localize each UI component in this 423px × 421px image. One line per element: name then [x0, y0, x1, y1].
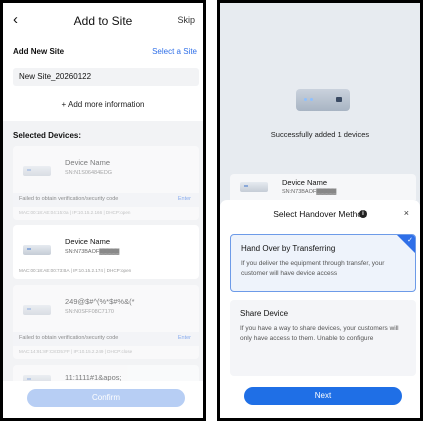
device-sn: SN:N0SFF08C7170 [65, 309, 114, 315]
new-site-section: Add New Site Select a Site New Site_2026… [3, 37, 203, 121]
enter-code-link[interactable]: Enter [178, 196, 191, 202]
header-bar: ‹ Add to Site Skip [3, 3, 203, 37]
option-title: Share Device [240, 309, 289, 318]
device-icon [23, 305, 51, 315]
device-name: 249@$#^(%*$#%&(* [65, 297, 135, 306]
device-card[interactable]: Device Name SN:N73BAOF▓▓▓▓▓ MAC:00:18:AE… [13, 225, 199, 279]
handover-method-sheet: Select Handover Method i × ✓ Hand Over b… [220, 200, 420, 418]
warning-text: Failed to obtain verification/security c… [19, 196, 119, 202]
device-card: Device Name SN:N73BAOF▓▓▓▓▓ [230, 174, 416, 200]
warning-bar: Failed to obtain verification/security c… [13, 332, 199, 346]
device-card[interactable]: Device Name SN:N1S06484EDG Failed to obt… [13, 146, 199, 220]
option-description: If you have a way to share devices, your… [240, 325, 399, 342]
option-title: Hand Over by Transferring [241, 244, 336, 253]
next-button[interactable]: Next [244, 387, 402, 405]
enter-code-link[interactable]: Enter [178, 335, 191, 341]
device-name: Device Name [65, 158, 111, 167]
device-sn: SN:N1S06484EDG [65, 170, 113, 176]
add-new-site-label: Add New Site [13, 47, 65, 56]
selected-devices-label: Selected Devices: [13, 131, 82, 140]
info-icon[interactable]: i [359, 210, 367, 218]
add-to-site-screen: ‹ Add to Site Skip Add New Site Select a… [0, 0, 206, 421]
led-dot [304, 98, 307, 101]
device-name: Device Name [65, 237, 111, 246]
device-card[interactable]: 249@$#^(%*$#%&(* SN:N0SFF08C7170 Failed … [13, 285, 199, 359]
bottom-bar: Confirm [3, 381, 203, 418]
led-dot [310, 98, 313, 101]
add-more-info-button[interactable]: + Add more information [3, 100, 203, 109]
close-icon[interactable]: × [404, 208, 409, 218]
warning-text: Failed to obtain verification/security c… [19, 335, 119, 341]
device-mac-info: MAC:14:91:8F:C8:D5:FF | IP:10.15.2.249 |… [19, 349, 133, 354]
select-site-link[interactable]: Select a Site [152, 47, 197, 56]
skip-button[interactable]: Skip [177, 15, 195, 25]
option-share[interactable]: Share Device If you have a way to share … [230, 300, 416, 376]
option-description: If you deliver the equipment through tra… [241, 260, 385, 277]
confirm-button[interactable]: Confirm [27, 389, 185, 407]
device-mac-info: MAC:00:18:AE:04:15:0a | IP:10.15.2.166 |… [19, 210, 131, 215]
device-name: Device Name [282, 178, 328, 187]
device-icon [23, 245, 51, 255]
device-icon [240, 182, 268, 192]
device-sn: SN:N73BAOF▓▓▓▓▓ [65, 249, 120, 255]
page-title: Add to Site [73, 14, 133, 28]
site-name-input[interactable]: New Site_20260122 [13, 68, 199, 86]
router-icon [296, 89, 350, 111]
success-message: Successfully added 1 devices [270, 130, 370, 139]
handover-screen: Successfully added 1 devices Device Name… [217, 0, 423, 421]
port-icon [336, 97, 342, 102]
warning-bar: Failed to obtain verification/security c… [13, 193, 199, 207]
check-icon: ✓ [407, 237, 413, 244]
option-transfer[interactable]: ✓ Hand Over by Transferring If you deliv… [230, 234, 416, 292]
sheet-title: Select Handover Method [273, 209, 367, 219]
device-sn: SN:N73BAOF▓▓▓▓▓ [282, 189, 337, 195]
device-mac-info: MAC:00:18:AE:00:73:BA | IP:10.15.2.174 |… [19, 268, 132, 273]
device-icon [23, 166, 51, 176]
